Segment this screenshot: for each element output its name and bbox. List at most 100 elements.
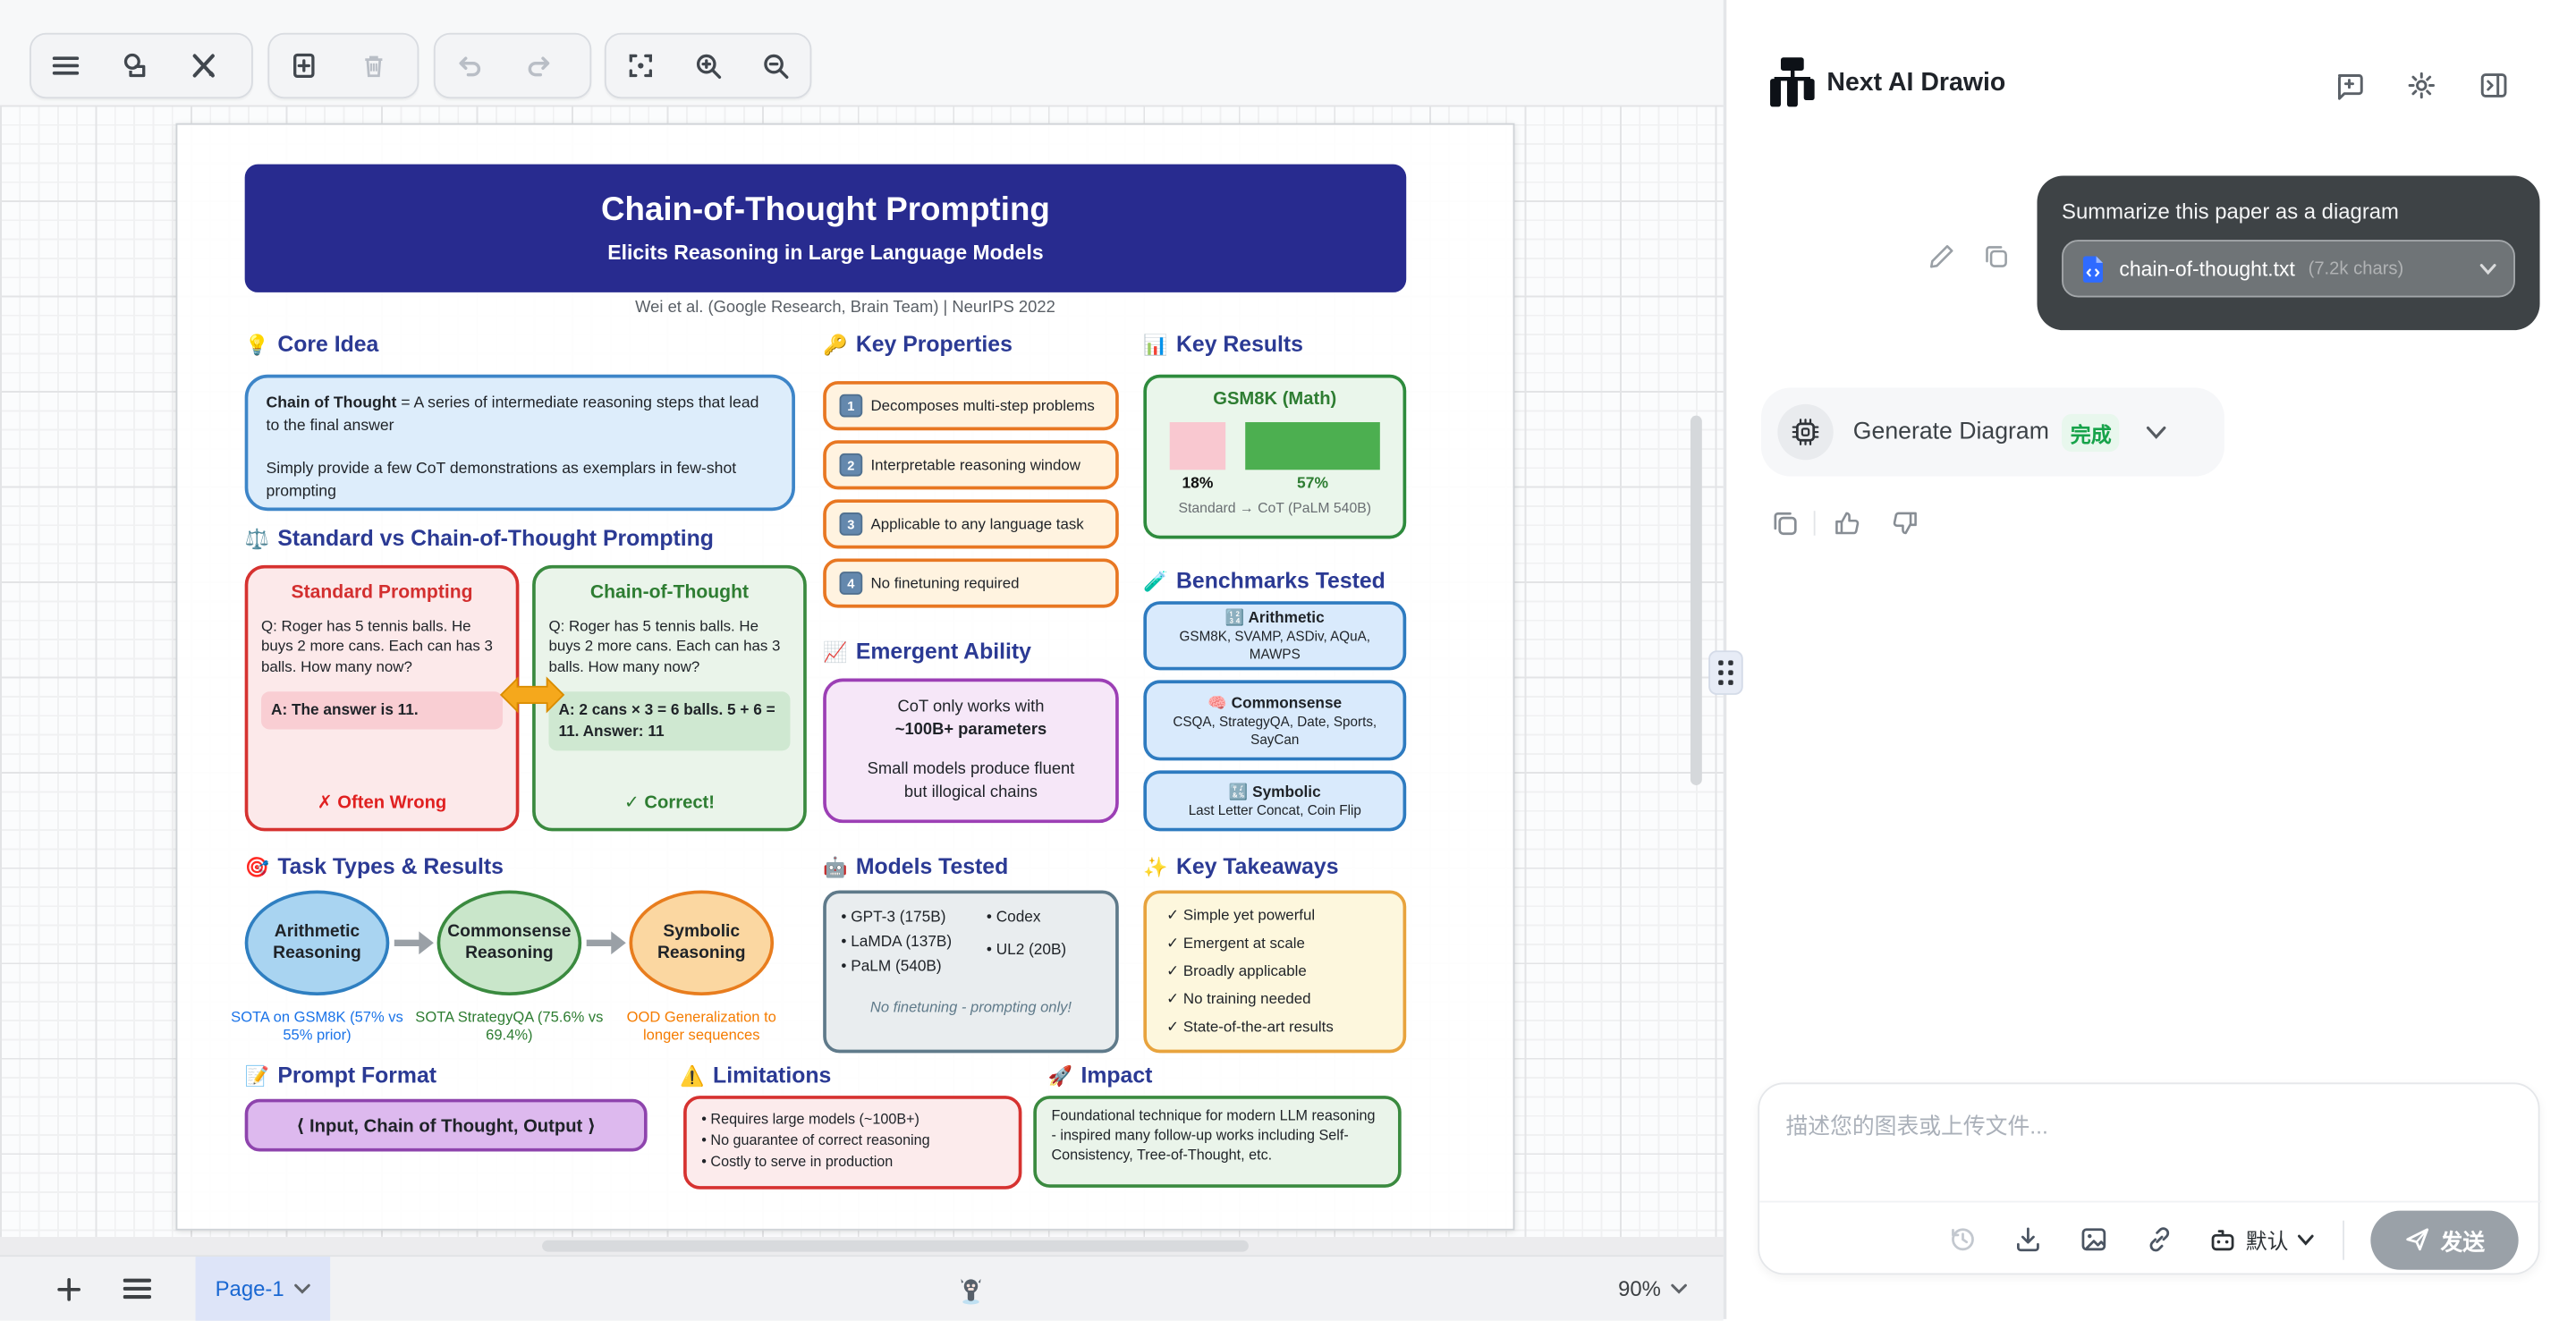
impact-box[interactable]: Foundational technique for modern LLM re… [1033,1096,1401,1188]
property-item[interactable]: 4 No finetuning required [823,558,1119,607]
thumbs-up-button[interactable] [1834,509,1861,537]
page-list-button[interactable] [112,1257,161,1321]
user-message-text: Summarize this paper as a diagram [2062,199,2515,224]
property-item[interactable]: 2 Interpretable reasoning window [823,440,1119,489]
task-node-arithmetic[interactable]: Arithmetic Reasoning [245,890,390,995]
diagram-title-box[interactable]: Chain-of-Thought Prompting Elicits Reaso… [245,165,1407,292]
app-window: Chain-of-Thought Prompting Elicits Reaso… [0,0,2576,1319]
rocket-icon: 🚀 [1048,1064,1072,1088]
benchmark-card-symbolic[interactable]: 🔣 Symbolic Last Letter Concat, Coin Flip [1143,770,1406,831]
zoom-out-button[interactable] [742,36,810,95]
shapes-icon [120,51,149,80]
chat-input[interactable] [1783,1104,2512,1196]
panel-resize-handle[interactable] [1708,650,1743,695]
diagram-canvas[interactable]: Chain-of-Thought Prompting Elicits Reaso… [0,106,1724,1237]
copy-response-button[interactable] [1771,509,1799,537]
gsm8k-results-card[interactable]: GSM8K (Math) 18% 57% Standard → CoT (PaL… [1143,375,1406,539]
property-item[interactable]: 3 Applicable to any language task [823,499,1119,548]
standard-prompting-box[interactable]: Standard Prompting Q: Roger has 5 tennis… [245,565,520,832]
cpu-chip-icon [1791,418,1820,447]
canvas-vertical-scrollbar[interactable] [1690,416,1702,785]
github-link[interactable] [950,1257,993,1321]
core-idea-term: Chain of Thought [267,394,397,412]
section-heading-prompt-format[interactable]: 📝 Prompt Format [245,1063,436,1088]
model-selector[interactable]: 默认 [2208,1224,2315,1255]
models-tested-box[interactable]: • GPT-3 (175B) • LaMDA (137B) • PaLM (54… [823,890,1119,1053]
double-arrow-icon[interactable] [499,673,564,716]
thumbs-down-icon [1891,509,1919,537]
section-heading-key-results[interactable]: 📊 Key Results [1143,332,1303,357]
diagram-page[interactable]: Chain-of-Thought Prompting Elicits Reaso… [176,123,1515,1231]
add-frame-button[interactable] [269,36,338,95]
chevron-down-icon [2479,262,2497,275]
section-heading-task-types[interactable]: 🎯 Task Types & Results [245,854,504,879]
download-icon[interactable] [2014,1225,2042,1253]
toolbar-group-page [267,33,419,98]
limitations-box[interactable]: • Requires large models (~100B+) • No gu… [683,1096,1021,1190]
copy-icon [1771,509,1799,537]
magic-edit-icon [189,51,218,80]
key-takeaways-box[interactable]: ✓ Simple yet powerful ✓ Emergent at scal… [1143,890,1406,1053]
toolbar-group-history [434,33,591,98]
benchmark-card-commonsense[interactable]: 🧠 Commonsense CSQA, StrategyQA, Date, Sp… [1143,680,1406,760]
new-chat-button[interactable] [2334,71,2364,100]
task-node-symbolic[interactable]: Symbolic Reasoning [629,890,774,995]
generate-diagram-tool-card[interactable]: Generate Diagram 完成 [1761,387,2224,476]
emergent-ability-box[interactable]: CoT only works with ~100B+ parameters Sm… [823,679,1119,824]
core-idea-line2: Simply provide a few CoT demonstrations … [267,458,775,504]
prompt-format-box[interactable]: ⟨ Input, Chain of Thought, Output ⟩ [245,1099,648,1152]
section-heading-core-idea[interactable]: 💡 Core Idea [245,332,379,357]
menu-button[interactable] [31,36,100,95]
shapes-button[interactable] [100,36,169,95]
section-heading-key-properties[interactable]: 🔑 Key Properties [823,332,1013,357]
thumbs-down-button[interactable] [1891,509,1919,537]
gsm8k-mini-chart [1170,419,1380,470]
attachment-chip[interactable]: chain-of-thought.txt (7.2k chars) [2062,240,2515,297]
benchmark-card-arithmetic[interactable]: 🔢 Arithmetic GSM8K, SVAMP, ASDiv, AQuA, … [1143,601,1406,670]
cot-prompting-box[interactable]: Chain-of-Thought Q: Roger has 5 tennis b… [532,565,807,832]
copy-message-button[interactable] [1983,243,2011,271]
section-heading-impact[interactable]: 🚀 Impact [1048,1063,1153,1088]
send-label: 发送 [2440,1223,2485,1256]
edit-message-button[interactable] [1928,243,1956,271]
brain-icon: 🧠 [1208,693,1226,711]
input-toolbar-divider [2343,1220,2344,1259]
section-heading-limitations[interactable]: ⚠️ Limitations [680,1063,831,1088]
link-icon[interactable] [2146,1225,2174,1253]
canvas-horizontal-scrollbar-thumb[interactable] [542,1241,1249,1252]
copy-icon [1983,243,2009,269]
models-note: No finetuning - prompting only! [841,998,1100,1014]
zoom-in-button[interactable] [674,36,742,95]
redo-button[interactable] [504,36,573,95]
undo-button[interactable] [436,36,504,95]
task-node-commonsense[interactable]: Commonsense Reasoning [437,890,582,995]
section-heading-benchmarks[interactable]: 🧪 Benchmarks Tested [1143,568,1385,593]
app-title: Next AI Drawio [1826,69,2005,98]
fit-view-button[interactable] [606,36,674,95]
core-idea-box[interactable]: Chain of Thought = A series of intermedi… [245,375,795,511]
zoom-level-control[interactable]: 90% [1618,1257,1687,1321]
model-label: 默认 [2246,1224,2289,1255]
pencil-icon [1928,243,1954,269]
undo-icon [455,51,485,80]
delete-button[interactable] [338,36,407,95]
user-message-bubble: Summarize this paper as a diagram chain-… [2038,176,2540,331]
section-heading-takeaways[interactable]: ✨ Key Takeaways [1143,854,1338,879]
section-heading-emergent[interactable]: 📈 Emergent Ability [823,639,1031,664]
collapse-panel-button[interactable] [2479,71,2509,100]
section-heading-models[interactable]: 🤖 Models Tested [823,854,1008,879]
property-item[interactable]: 1 Decomposes multi-step problems [823,381,1119,430]
settings-button[interactable] [2407,71,2436,100]
edit-tools-button[interactable] [169,36,238,95]
attachment-filename: chain-of-thought.txt [2119,257,2295,280]
add-frame-icon [289,51,318,80]
memo-icon: 📝 [245,1064,269,1088]
history-icon[interactable] [1948,1225,1976,1253]
canvas-horizontal-scrollbar-track[interactable] [0,1237,1724,1255]
page-tab[interactable]: Page-1 [196,1257,330,1321]
send-button[interactable]: 发送 [2370,1210,2518,1269]
sparkles-icon: ✨ [1143,856,1167,879]
image-icon[interactable] [2080,1225,2107,1253]
add-page-button[interactable] [45,1257,94,1321]
section-heading-comparison[interactable]: ⚖️ Standard vs Chain-of-Thought Promptin… [245,526,714,551]
